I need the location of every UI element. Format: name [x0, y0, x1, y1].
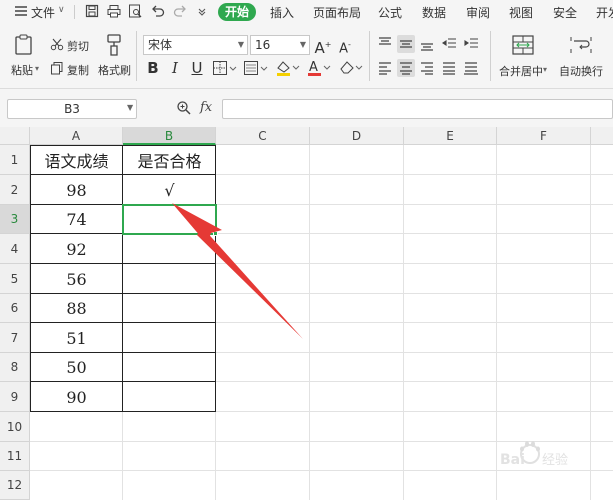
undo-icon[interactable]	[150, 3, 166, 19]
svg-text:经验: 经验	[542, 452, 568, 468]
tab-security[interactable]: 安全	[553, 4, 577, 21]
cut-icon[interactable]	[50, 37, 64, 54]
tab-insert[interactable]: 插入	[270, 4, 294, 21]
file-menu[interactable]: 文件	[31, 4, 55, 21]
name-box[interactable]: B3	[7, 99, 137, 119]
hamburger-menu-icon[interactable]	[13, 3, 29, 19]
decrease-indent-icon[interactable]	[440, 35, 458, 53]
align-center-icon[interactable]	[397, 59, 415, 77]
increase-font-size-icon[interactable]: A+	[314, 35, 332, 57]
distributed-align-icon[interactable]	[462, 59, 480, 77]
formula-input[interactable]	[222, 99, 613, 119]
formula-bar: B3 ▼ fx	[0, 89, 613, 127]
chevron-down-icon[interactable]: ▼	[127, 103, 133, 112]
chevron-down-icon[interactable]: ▼	[238, 36, 244, 54]
paste-button[interactable]: 粘贴	[11, 62, 33, 78]
font-name-combo[interactable]: 宋体 ▼	[143, 35, 248, 55]
menu-bar: 文件 ∨ 开始 插入 页面布局 公式 数据 审阅 视图 安全 开发	[0, 0, 613, 25]
tab-data[interactable]: 数据	[422, 4, 446, 21]
merge-center-button[interactable]: 合并居中	[499, 63, 543, 79]
font-size-combo[interactable]: 16 ▼	[250, 35, 310, 55]
tab-formulas[interactable]: 公式	[378, 4, 402, 21]
font-size-value: 16	[255, 38, 271, 52]
align-bottom-icon[interactable]	[418, 35, 436, 53]
tab-view[interactable]: 视图	[509, 4, 533, 21]
tab-developer[interactable]: 开发	[596, 4, 613, 21]
paste-icon[interactable]	[13, 33, 35, 60]
chevron-down-icon[interactable]: ▾	[35, 64, 39, 73]
font-name-value: 宋体	[148, 38, 173, 52]
copy-button[interactable]: 复制	[67, 62, 89, 78]
chevron-down-icon[interactable]: ∨	[58, 5, 65, 15]
svg-text:Bai: Bai	[500, 452, 525, 468]
decrease-font-size-icon[interactable]: A-	[336, 35, 354, 56]
align-right-icon[interactable]	[418, 59, 436, 77]
increase-indent-icon[interactable]	[462, 35, 480, 53]
fill-color-icon[interactable]	[275, 59, 301, 80]
separator	[136, 31, 137, 81]
justify-icon[interactable]	[440, 59, 458, 77]
align-left-icon[interactable]	[376, 59, 394, 77]
underline-icon[interactable]: U	[188, 58, 206, 78]
wrap-text-icon[interactable]	[569, 34, 593, 59]
chevron-down-icon[interactable]: ▾	[543, 65, 547, 74]
tab-home[interactable]: 开始	[218, 3, 256, 21]
zoom-search-icon[interactable]	[176, 100, 192, 119]
merge-center-icon[interactable]	[511, 34, 535, 59]
chevron-down-icon[interactable]: ▼	[300, 36, 306, 54]
separator	[369, 31, 370, 81]
tab-review[interactable]: 审阅	[466, 4, 490, 21]
separator	[490, 31, 491, 81]
customize-toolbar-icon[interactable]	[194, 3, 210, 19]
fill-style-icon[interactable]	[243, 60, 269, 79]
cut-button[interactable]: 剪切	[67, 38, 89, 54]
print-icon[interactable]	[106, 3, 122, 19]
spreadsheet-grid: A B C D E F 1 2 3 4 5 6 7 8 9 10 11 12 语…	[0, 127, 613, 500]
separator	[74, 5, 75, 19]
borders-icon[interactable]	[212, 60, 238, 79]
italic-icon[interactable]: I	[166, 58, 184, 78]
align-top-icon[interactable]	[376, 35, 394, 53]
wrap-text-button[interactable]: 自动换行	[559, 63, 603, 79]
svg-text:A: A	[309, 60, 318, 75]
print-preview-icon[interactable]	[127, 3, 143, 19]
bold-icon[interactable]: B	[144, 58, 162, 78]
save-icon[interactable]	[84, 3, 100, 19]
copy-icon[interactable]	[50, 61, 64, 78]
tab-page-layout[interactable]: 页面布局	[313, 4, 361, 21]
format-painter-icon[interactable]	[104, 33, 124, 60]
redo-icon[interactable]	[172, 3, 188, 19]
function-icon[interactable]: fx	[200, 100, 212, 115]
baidu-watermark-logo: Bai 经验	[500, 441, 568, 468]
clear-icon[interactable]	[338, 59, 364, 80]
format-painter-button[interactable]: 格式刷	[98, 62, 131, 78]
ribbon-toolbar: 粘贴 ▾ 剪切 复制 格式刷 宋体 ▼ 16 ▼ A+ A- B I U A 合…	[0, 25, 613, 89]
font-color-icon[interactable]: A	[306, 59, 332, 80]
align-middle-icon[interactable]	[397, 35, 415, 53]
